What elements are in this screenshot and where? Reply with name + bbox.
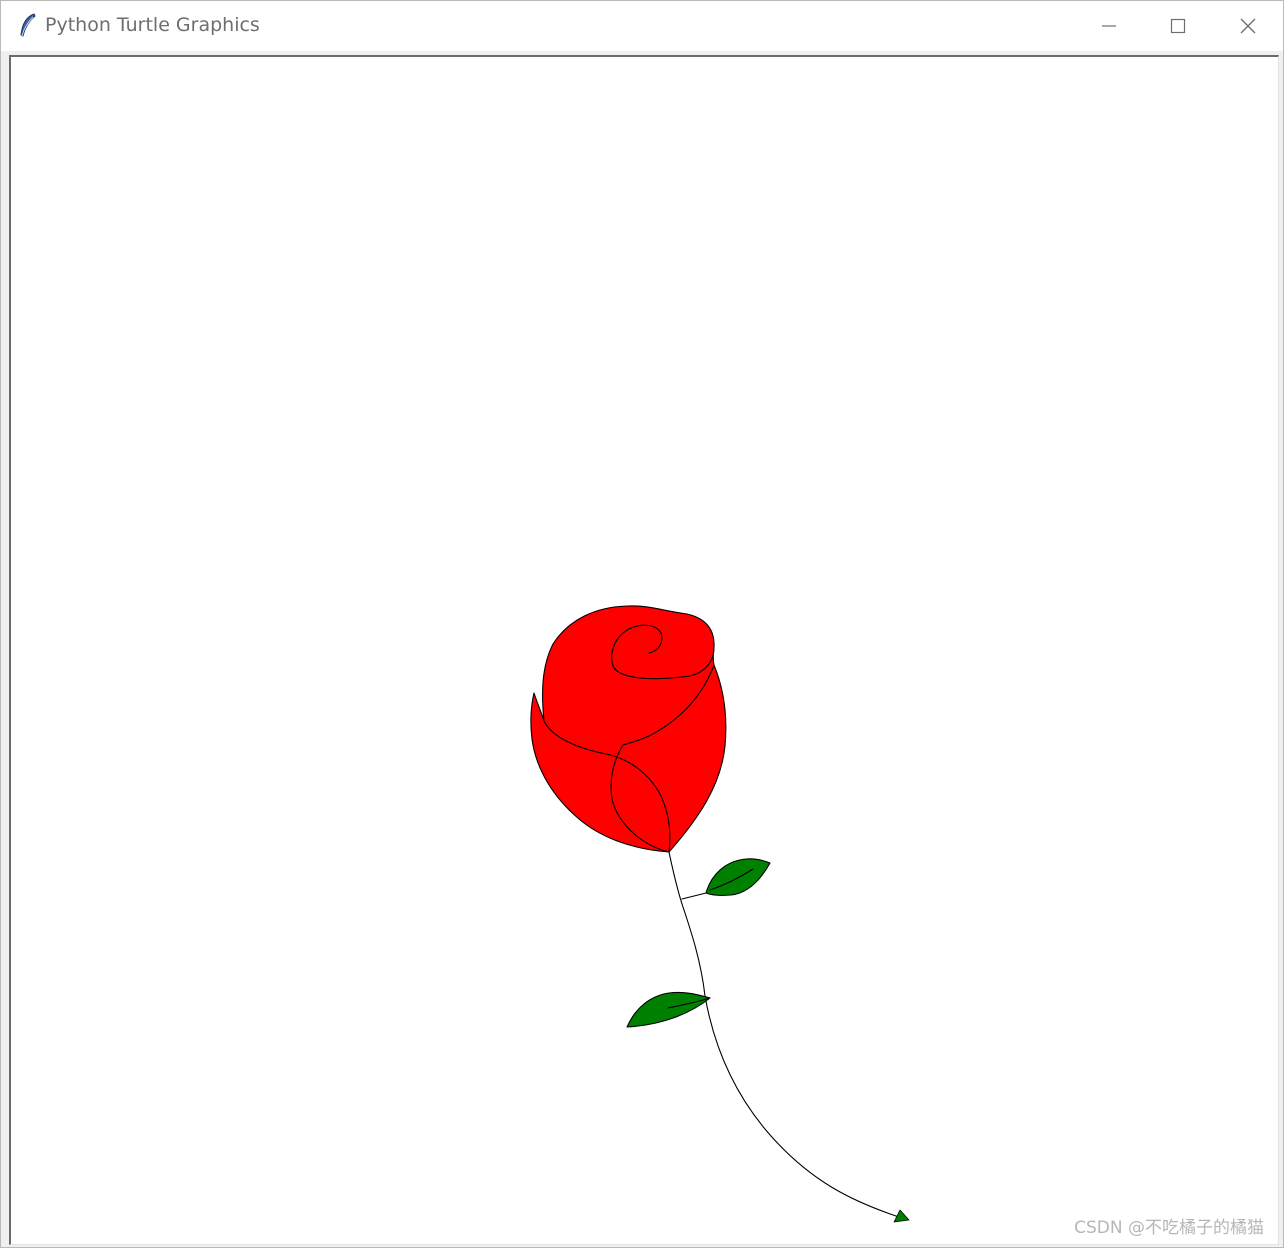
turtle-window: Python Turtle Graphics CSDN @不吃橘子的橘猫: [0, 0, 1284, 1248]
maximize-button[interactable]: [1143, 1, 1213, 51]
close-icon: [1240, 18, 1256, 34]
title-bar[interactable]: Python Turtle Graphics: [1, 1, 1283, 51]
rose-stem: [668, 851, 900, 1218]
leaf-upper: [705, 858, 771, 896]
maximize-icon: [1170, 18, 1186, 34]
minimize-icon: [1102, 25, 1116, 27]
rose-drawing: [530, 605, 910, 1223]
close-button[interactable]: [1213, 1, 1283, 51]
watermark: CSDN @不吃橘子的橘猫: [1074, 1218, 1264, 1238]
turtle-canvas[interactable]: CSDN @不吃橘子的橘猫: [9, 55, 1279, 1245]
leaf-lower: [626, 991, 711, 1028]
rose-petals: [530, 605, 727, 853]
leaf-branch-upper: [681, 892, 707, 900]
minimize-button[interactable]: [1074, 1, 1144, 51]
window-title: Python Turtle Graphics: [45, 14, 260, 36]
feather-icon: [20, 13, 36, 37]
